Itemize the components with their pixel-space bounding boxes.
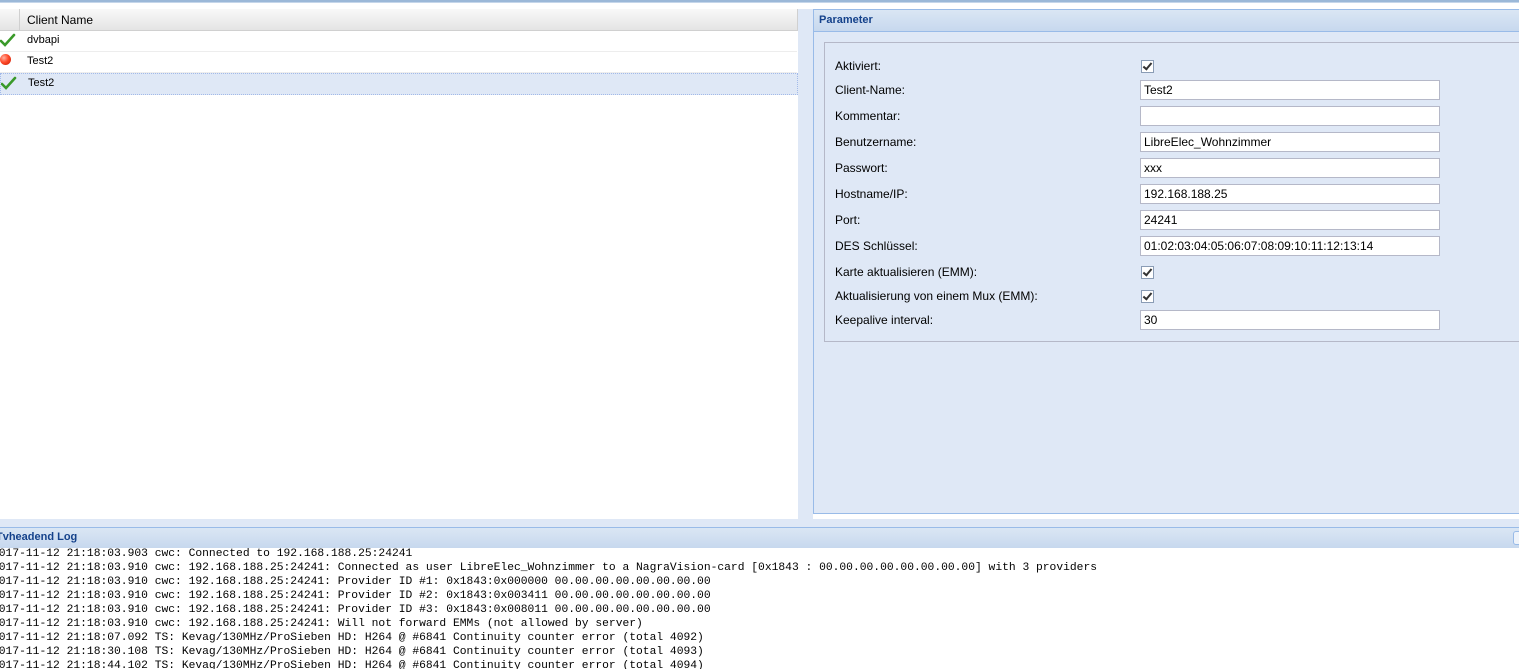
aktiviert-checkbox[interactable] (1141, 60, 1154, 73)
grid-header: Client Name (0, 9, 798, 31)
port-label: Port: (835, 213, 861, 227)
log-panel-header: Tvheadend Log (0, 527, 1519, 549)
port-field[interactable]: 24241 (1140, 210, 1440, 230)
parameter-panel: Parameter Aktiviert: Client-Name: Test2 … (813, 9, 1519, 514)
passwort-label: Passwort: (835, 161, 888, 175)
log-output: 2017-11-12 21:18:03.903 cwc: Connected t… (0, 548, 1519, 669)
karte-emm-label: Karte aktualisieren (EMM): (835, 265, 978, 279)
keepalive-field[interactable]: 30 (1140, 310, 1440, 330)
karte-emm-checkbox[interactable] (1141, 266, 1154, 279)
hostname-label: Hostname/IP: (835, 187, 908, 201)
client-name-label: Client-Name: (835, 83, 906, 97)
check-icon (1, 76, 17, 90)
status-column-header[interactable] (0, 9, 20, 30)
log-line: 2017-11-12 21:18:03.910 cwc: 192.168.188… (0, 604, 711, 616)
client-grid: Client Name dvbapi Test2 Test2 (0, 9, 798, 519)
log-line: 2017-11-12 21:18:03.903 cwc: Connected t… (0, 548, 413, 560)
log-line: 2017-11-12 21:18:30.108 TS: Kevag/130MHz… (0, 646, 704, 658)
log-panel-title: Tvheadend Log (0, 531, 78, 543)
benutzername-field[interactable]: LibreElec_Wohnzimmer (1140, 132, 1440, 152)
des-key-label: DES Schlüssel: (835, 239, 918, 253)
mux-emm-checkbox[interactable] (1141, 290, 1154, 303)
log-line: 2017-11-12 21:18:03.910 cwc: 192.168.188… (0, 590, 711, 602)
table-row-selected[interactable]: Test2 (0, 73, 798, 95)
client-name-field[interactable]: Test2 (1140, 80, 1440, 100)
collapse-icon[interactable] (1513, 531, 1519, 545)
horizontal-splitter[interactable] (0, 519, 1519, 527)
table-row[interactable]: Test2 (0, 52, 797, 73)
parameter-panel-header: Parameter (814, 10, 1519, 32)
check-icon (0, 33, 16, 47)
log-line: 2017-11-12 21:18:44.102 TS: Kevag/130MHz… (0, 660, 704, 669)
table-row[interactable]: dvbapi (0, 31, 797, 52)
parameter-form: Aktiviert: Client-Name: Test2 Kommentar:… (824, 42, 1519, 342)
parameter-panel-title: Parameter (819, 14, 873, 26)
client-name-column-header[interactable]: Client Name (27, 13, 93, 27)
hostname-field[interactable]: 192.168.188.25 (1140, 184, 1440, 204)
keepalive-label: Keepalive interval: (835, 313, 934, 327)
client-name-cell: Test2 (28, 77, 55, 89)
kommentar-label: Kommentar: (835, 109, 901, 123)
top-border (0, 0, 1519, 3)
kommentar-field[interactable] (1140, 106, 1440, 126)
vertical-splitter[interactable] (798, 9, 813, 519)
aktiviert-label: Aktiviert: (835, 59, 882, 73)
des-key-field[interactable]: 01:02:03:04:05:06:07:08:09:10:11:12:13:1… (1140, 236, 1440, 256)
client-name-cell: dvbapi (27, 34, 60, 46)
client-name-cell: Test2 (27, 55, 54, 67)
log-line: 2017-11-12 21:18:07.092 TS: Kevag/130MHz… (0, 632, 704, 644)
benutzername-label: Benutzername: (835, 135, 917, 149)
mux-emm-label: Aktualisierung von einem Mux (EMM): (835, 289, 1038, 303)
log-line: 2017-11-12 21:18:03.910 cwc: 192.168.188… (0, 618, 643, 630)
log-line: 2017-11-12 21:18:03.910 cwc: 192.168.188… (0, 562, 1098, 574)
error-status-icon (0, 54, 11, 65)
passwort-field[interactable]: xxx (1140, 158, 1440, 178)
log-line: 2017-11-12 21:18:03.910 cwc: 192.168.188… (0, 576, 711, 588)
